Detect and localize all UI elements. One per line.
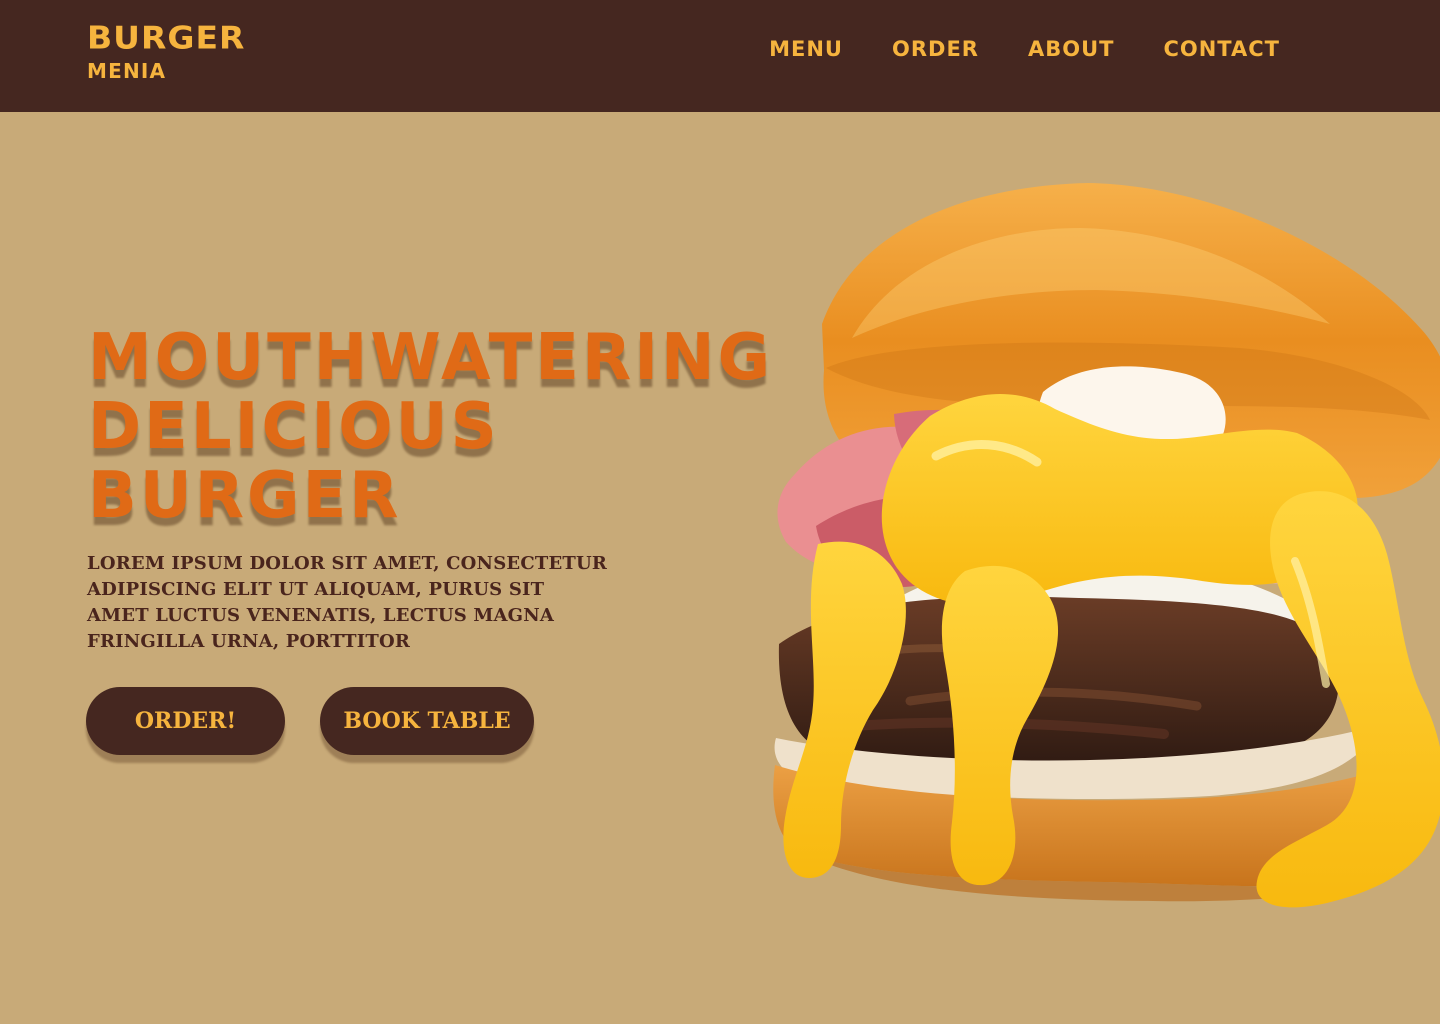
hero-title-line-2: DELICIOUS (88, 390, 500, 464)
hero-title-line-1: MOUTHWATERING (88, 321, 774, 395)
brand-logo[interactable]: BURGER MENIA (87, 22, 245, 81)
hero-title: MOUTHWATERING DELICIOUS BURGER (88, 324, 773, 531)
nav-contact-link[interactable]: CONTACT (1163, 37, 1280, 61)
top-navigation-bar: BURGER MENIA MENU ORDER ABOUT CONTACT (0, 0, 1440, 112)
brand-subtitle: MENIA (87, 59, 167, 83)
brand-name: BURGER (87, 19, 246, 57)
nav-order-link[interactable]: ORDER (892, 37, 979, 61)
main-nav: MENU ORDER ABOUT CONTACT (769, 37, 1280, 61)
book-table-button[interactable]: BOOK TABLE (320, 687, 534, 755)
order-button[interactable]: ORDER! (86, 687, 285, 755)
burger-image (773, 183, 1440, 908)
nav-about-link[interactable]: ABOUT (1028, 37, 1115, 61)
nav-menu-link[interactable]: MENU (769, 37, 843, 61)
hero-description: LOREM IPSUM DOLOR SIT AMET, CONSECTETUR … (87, 553, 608, 652)
hero-title-line-3: BURGER (88, 459, 402, 533)
